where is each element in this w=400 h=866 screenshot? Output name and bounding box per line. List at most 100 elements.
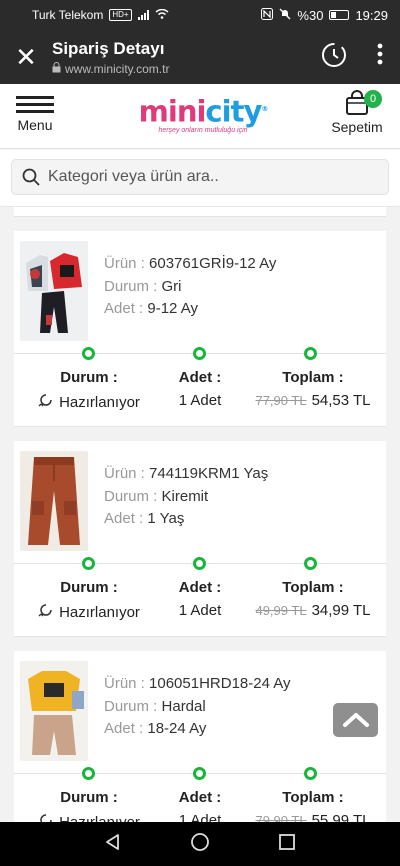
color-label: Durum :	[104, 697, 158, 715]
product-code-label: Ürün :	[104, 465, 145, 482]
size-label: Adet :	[104, 720, 144, 737]
url-display: www.minicity.com.tr	[52, 62, 308, 76]
quantity-header: Adet :	[178, 579, 222, 596]
hamburger-icon	[14, 96, 56, 113]
total-column: Toplam : 49,99 TL 34,99 TL	[246, 579, 380, 619]
search-input[interactable]: Kategori veya ürün ara..	[11, 159, 389, 195]
status-column: Durum : Hazırlanıyor	[28, 789, 150, 822]
product-size: 18-24 Ay	[147, 720, 207, 737]
network-badge: HD+	[109, 9, 132, 21]
quantity-dot	[193, 557, 206, 570]
product-code-label: Ürün :	[104, 675, 145, 692]
quantity-column: Adet : 1 Adet	[160, 579, 240, 619]
total-header: Toplam :	[282, 789, 344, 806]
quantity-dot	[193, 767, 206, 780]
home-icon[interactable]	[190, 832, 210, 857]
search-placeholder: Kategori veya ürün ara..	[48, 168, 219, 185]
status-column: Durum : Hazırlanıyor	[28, 579, 150, 622]
refresh-icon	[38, 392, 54, 412]
page-title: Sipariş Detayı	[52, 38, 165, 58]
order-item-info: Ürün : 744119KRM1 Yaş Durum : Kiremit Ad…	[104, 463, 268, 531]
status-dot	[82, 347, 95, 360]
scroll-to-top-button[interactable]	[333, 703, 378, 737]
color-label: Durum :	[104, 277, 158, 295]
wifi-icon	[155, 8, 169, 22]
total-header: Toplam :	[282, 369, 344, 386]
order-status: Hazırlanıyor	[59, 393, 140, 411]
product-color: Kiremit	[161, 487, 209, 505]
quantity-header: Adet :	[178, 789, 222, 806]
product-code-label: Ürün :	[104, 255, 145, 272]
system-nav-bar	[0, 822, 400, 866]
product-code: 106051HRD18-24 Ay	[149, 675, 291, 692]
product-image[interactable]	[20, 661, 88, 761]
close-icon[interactable]: ✕	[0, 30, 52, 84]
product-color: Hardal	[161, 697, 206, 715]
more-vert-icon[interactable]	[360, 43, 400, 71]
url-text: www.minicity.com.tr	[65, 61, 170, 76]
total-column: Toplam : 77,90 TL 54,53 TL	[246, 369, 380, 409]
carrier-name: Turk Telekom	[32, 8, 104, 22]
size-label: Adet :	[104, 510, 144, 527]
color-label: Durum :	[104, 487, 158, 505]
old-price: 79,90 TL	[255, 813, 307, 822]
back-icon[interactable]	[104, 833, 122, 856]
product-image[interactable]	[20, 451, 88, 551]
size-label: Adet :	[104, 300, 144, 317]
total-column: Toplam : 79,90 TL 55,99 TL	[246, 789, 380, 822]
search-bar: Kategori veya ürün ara..	[0, 150, 400, 207]
product-code: 744119KRM1 Yaş	[149, 465, 269, 482]
order-status: Hazırlanıyor	[59, 603, 140, 621]
status-dot	[82, 767, 95, 780]
status-header: Durum :	[60, 789, 118, 806]
total-dot	[304, 767, 317, 780]
site-header: Menu minicity® herşey onların mutluluğu …	[0, 84, 400, 149]
order-quantity: 1 Adet	[178, 812, 222, 822]
status-header: Durum :	[60, 579, 118, 596]
old-price: 77,90 TL	[255, 393, 307, 408]
refresh-icon	[38, 602, 54, 622]
nfc-icon	[261, 7, 274, 23]
cart-button[interactable]: 0 Sepetim	[328, 90, 386, 135]
order-item-card: Ürün : 744119KRM1 Yaş Durum : Kiremit Ad…	[14, 441, 386, 637]
price: 34,99 TL	[311, 602, 371, 619]
browser-toolbar: ✕ Sipariş Detayı www.minicity.com.tr	[0, 30, 400, 84]
old-price: 49,99 TL	[255, 603, 307, 618]
menu-label: Menu	[17, 117, 53, 133]
order-item-card: Ürün : 106051HRD18-24 Ay Durum : Hardal …	[14, 651, 386, 822]
menu-button[interactable]: Menu	[14, 96, 56, 133]
quantity-dot	[193, 347, 206, 360]
search-icon	[22, 168, 40, 186]
silent-icon	[279, 8, 291, 23]
product-size: 9-12 Ay	[147, 300, 198, 317]
logo-wordmark: minicity®	[138, 94, 269, 129]
clock: 19:29	[355, 7, 388, 23]
product-size: 1 Yaş	[147, 510, 185, 527]
history-icon[interactable]	[308, 41, 360, 74]
battery-percent: %30	[297, 7, 324, 23]
total-dot	[304, 347, 317, 360]
site-logo[interactable]: minicity® herşey onların mutluluğu için	[134, 94, 272, 138]
product-image[interactable]	[20, 241, 88, 341]
lock-icon	[52, 61, 61, 76]
order-quantity: 1 Adet	[178, 392, 222, 409]
price: 55,99 TL	[311, 812, 371, 822]
status-header: Durum :	[60, 369, 118, 386]
order-item-info: Ürün : 603761GRİ9-12 Ay Durum : Gri Adet…	[104, 253, 276, 321]
previous-card-edge	[14, 207, 386, 217]
battery-icon	[329, 10, 350, 20]
price: 54,53 TL	[311, 392, 371, 409]
product-color: Gri	[161, 277, 182, 295]
total-header: Toplam :	[282, 579, 344, 596]
signal-icon	[137, 10, 149, 20]
recents-icon[interactable]	[278, 833, 296, 856]
cart-count-badge: 0	[364, 90, 382, 108]
quantity-header: Adet :	[178, 369, 222, 386]
refresh-icon	[38, 812, 54, 822]
chevron-up-icon	[342, 713, 369, 727]
status-dot	[82, 557, 95, 570]
quantity-column: Adet : 1 Adet	[160, 369, 240, 409]
status-column: Durum : Hazırlanıyor	[28, 369, 150, 412]
total-dot	[304, 557, 317, 570]
order-quantity: 1 Adet	[178, 602, 222, 619]
